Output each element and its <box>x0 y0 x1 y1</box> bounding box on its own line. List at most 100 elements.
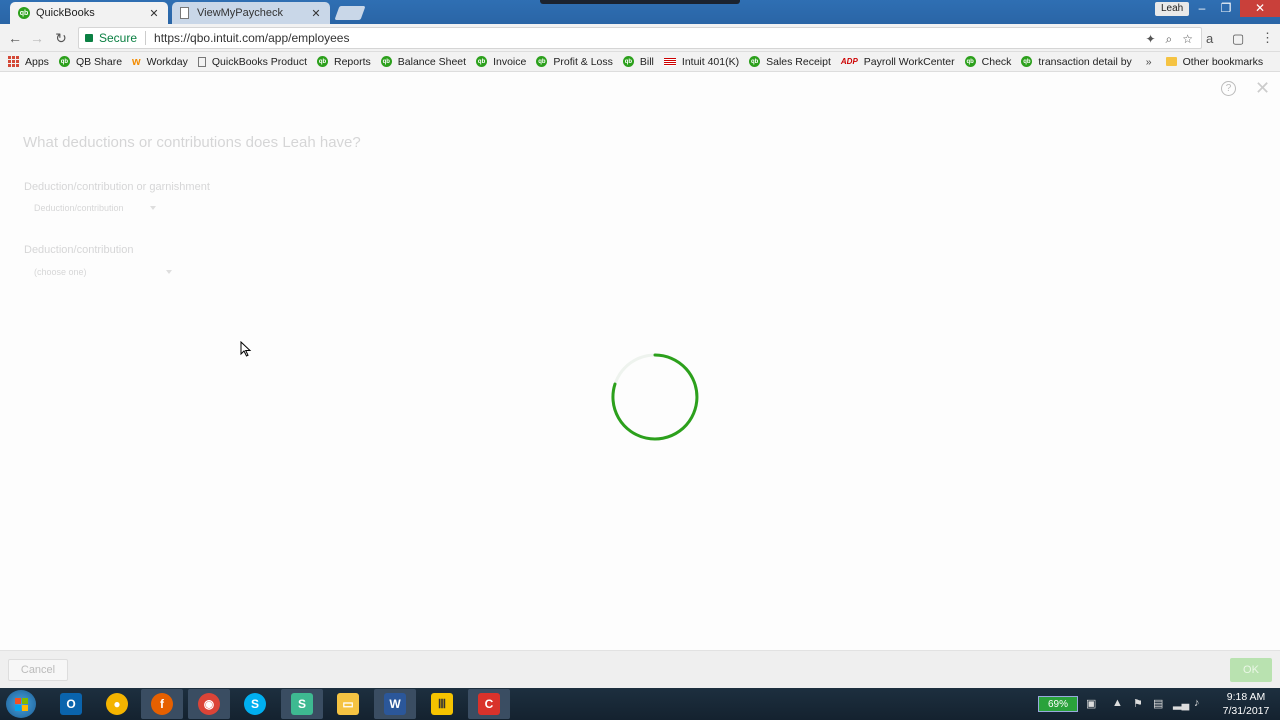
browser-title-bar: qb QuickBooks ✕ ViewMyPaycheck ✕ Leah – … <box>0 0 1280 24</box>
quickbooks-icon: qb <box>58 56 70 67</box>
quickbooks-icon: qb <box>380 56 392 67</box>
employee-deductions-modal: What deductions or contributions does Le… <box>0 72 1280 650</box>
file-explorer-icon[interactable]: ▭ <box>327 689 369 719</box>
quickbooks-icon: qb <box>1021 56 1033 67</box>
bookmark-invoice[interactable]: qb Invoice <box>476 56 526 68</box>
tab-label: ViewMyPaycheck <box>197 7 283 19</box>
volume-icon[interactable]: ♪ <box>1194 697 1200 709</box>
workday-icon: w <box>132 55 141 68</box>
more-bookmarks-button[interactable]: » <box>1146 56 1152 68</box>
tab-quickbooks[interactable]: qb QuickBooks ✕ <box>10 2 168 24</box>
tab-viewmypaycheck[interactable]: ViewMyPaycheck ✕ <box>172 2 330 24</box>
bookmark-label: QB Share <box>75 55 123 68</box>
divider <box>145 31 147 45</box>
clock-time: 9:18 AM <box>1226 691 1266 703</box>
bookmark-qb-share[interactable]: qb QB Share <box>58 55 123 68</box>
deduction-contribution-select[interactable]: (choose one) <box>34 267 172 277</box>
zoom-icon[interactable]: ⌕ <box>1166 32 1173 47</box>
address-toolbar: ← → ↻ Secure https://qbo.intuit.com/app/… <box>0 24 1280 52</box>
quickbooks-icon: qb <box>749 56 761 67</box>
forward-icon[interactable]: → <box>28 30 46 46</box>
signal-icon[interactable]: ▂▄ <box>1173 697 1189 710</box>
lock-icon <box>85 34 93 42</box>
bookmark-label: Invoice <box>493 55 527 68</box>
skype-icon[interactable]: S <box>234 689 276 719</box>
field-label: Deduction/contribution <box>24 244 134 256</box>
bookmark-check[interactable]: qb Check <box>964 55 1012 68</box>
flag-icon <box>663 57 676 66</box>
network-icon[interactable]: ▤ <box>1153 697 1163 710</box>
show-hidden-icons[interactable]: ▲ <box>1112 697 1123 709</box>
select-value: Deduction/contribution <box>34 203 124 213</box>
bookmark-apps[interactable]: Apps <box>8 56 49 68</box>
extension-square-icon[interactable]: ▢ <box>1232 31 1244 47</box>
close-icon[interactable]: ✕ <box>1255 78 1270 99</box>
new-tab-button[interactable] <box>334 6 366 20</box>
select-placeholder: (choose one) <box>34 267 87 277</box>
bookmarks-bar: Apps qb QB Share w Workday QuickBooks Pr… <box>0 52 1280 72</box>
tray-app-icon[interactable]: ▣ <box>1086 697 1096 710</box>
bookmark-label: Check <box>981 55 1012 68</box>
bookmark-quickbooks-product[interactable]: QuickBooks Product <box>197 55 307 68</box>
bookmark-profit-loss[interactable]: qb Profit & Loss <box>536 56 613 68</box>
extension-icon[interactable]: ✦ <box>1145 32 1155 47</box>
windows-start-button[interactable] <box>6 690 36 718</box>
close-tab-icon[interactable]: ✕ <box>148 7 160 20</box>
outlook-icon[interactable]: O <box>50 689 92 719</box>
windows-taskbar: O ● f ◉ S S ▭ W Ⅲ C 69% ▣ ▲ ⚑ ▤ ▂▄ ♪ 9:1… <box>0 688 1280 720</box>
blurred-region <box>540 0 740 4</box>
menu-icon[interactable]: ⋮ <box>1261 30 1274 46</box>
reload-icon[interactable]: ↻ <box>52 30 70 47</box>
field-label: Deduction/contribution or garnishment <box>24 181 210 193</box>
adp-icon: ADP <box>840 57 858 66</box>
cancel-button[interactable]: Cancel <box>8 659 68 681</box>
ok-button[interactable]: OK <box>1230 658 1272 682</box>
bookmark-workday[interactable]: w Workday <box>132 56 188 68</box>
camtasia-icon[interactable]: C <box>468 689 510 719</box>
bookmark-sales-receipt[interactable]: qb Sales Receipt <box>749 56 831 68</box>
modal-question: What deductions or contributions does Le… <box>23 134 361 151</box>
bookmark-intuit-401k[interactable]: Intuit 401(K) <box>663 55 740 68</box>
url-text[interactable]: https://qbo.intuit.com/app/employees <box>154 31 349 45</box>
loading-spinner <box>611 353 699 441</box>
bookmark-label: transaction detail by <box>1038 55 1132 68</box>
word-icon[interactable]: W <box>374 689 416 719</box>
bookmark-balance-sheet[interactable]: qb Balance Sheet <box>380 56 466 68</box>
omnibox[interactable]: Secure https://qbo.intuit.com/app/employ… <box>78 27 1202 49</box>
quickbooks-icon: qb <box>18 7 30 19</box>
deduction-type-select[interactable]: Deduction/contribution <box>34 203 156 213</box>
back-icon[interactable]: ← <box>6 30 24 46</box>
bookmark-label: Other bookmarks <box>1182 55 1264 68</box>
maximize-icon[interactable]: ❐ <box>1214 0 1238 17</box>
bookmark-label: Sales Receipt <box>766 55 831 68</box>
slack-icon[interactable]: S <box>281 689 323 719</box>
other-bookmarks[interactable]: Other bookmarks <box>1165 55 1264 68</box>
bookmark-transaction-detail[interactable]: qb transaction detail by <box>1021 55 1132 68</box>
chrome-canary-icon[interactable]: ● <box>96 689 138 719</box>
bookmark-reports[interactable]: qb Reports <box>317 56 371 68</box>
battery-indicator[interactable]: 69% <box>1038 696 1078 712</box>
system-clock[interactable]: 9:18 AM 7/31/2017 <box>1216 690 1276 718</box>
help-icon[interactable]: ? <box>1221 81 1236 96</box>
mouse-cursor-icon <box>240 341 252 357</box>
star-icon[interactable]: ☆ <box>1182 32 1193 47</box>
quickbooks-icon: qb <box>622 56 634 67</box>
secure-label: Secure <box>99 31 138 45</box>
bookmark-payroll-workcenter[interactable]: ADP Payroll WorkCenter <box>841 56 955 68</box>
bookmark-label: Workday <box>146 55 188 68</box>
bookmark-bill[interactable]: qb Bill <box>622 56 654 68</box>
tab-label: QuickBooks <box>36 7 95 19</box>
profile-button[interactable]: Leah <box>1155 2 1190 16</box>
firefox-icon[interactable]: f <box>141 689 183 719</box>
bookmark-label: Reports <box>334 55 371 68</box>
minimize-icon[interactable]: – <box>1190 0 1214 17</box>
bookmark-label: QuickBooks Product <box>211 55 307 68</box>
amazon-icon[interactable]: a <box>1206 31 1213 46</box>
close-tab-icon[interactable]: ✕ <box>310 7 322 20</box>
quickbooks-desktop-icon[interactable]: Ⅲ <box>421 689 463 719</box>
bookmark-label: Payroll WorkCenter <box>863 55 955 68</box>
window-close-icon[interactable]: ✕ <box>1240 0 1280 17</box>
chrome-icon[interactable]: ◉ <box>188 689 230 719</box>
flag-icon[interactable]: ⚑ <box>1133 697 1143 710</box>
bookmark-label: Intuit 401(K) <box>681 55 740 68</box>
